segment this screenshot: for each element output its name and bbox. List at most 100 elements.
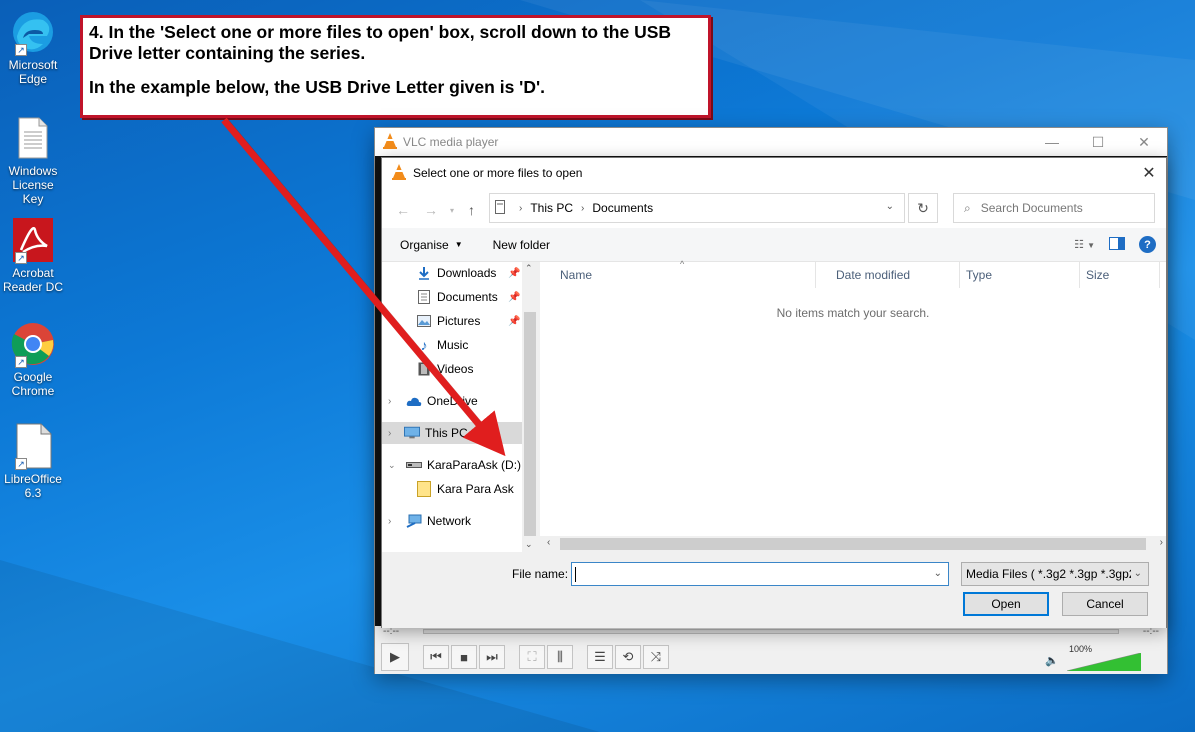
vlc-seek-row: --:-- --:--	[375, 626, 1167, 640]
pin-icon: 📌	[508, 315, 521, 327]
desktop-icon-license-key[interactable]: Windows License Key	[2, 114, 64, 206]
shuffle-button[interactable]: ⤨	[643, 645, 669, 669]
column-header-date-modified[interactable]: Date modified	[816, 262, 960, 288]
nav-item-usb-drive-d[interactable]: ⌄ KaraParaAsk (D:)	[382, 454, 522, 476]
refresh-icon: ↻	[917, 199, 929, 216]
usb-drive-icon	[406, 457, 422, 473]
file-type-select[interactable]: Media Files ( *.3g2 *.3gp *.3gp2 ⌄	[961, 562, 1149, 586]
address-bar[interactable]: › This PC › Documents ⌄	[489, 193, 905, 223]
edge-icon: ↗	[9, 8, 57, 56]
callout-example-text: In the example below, the USB Drive Lett…	[89, 77, 545, 97]
scroll-down-icon[interactable]: ⌄	[525, 539, 533, 550]
refresh-button[interactable]: ↻	[908, 193, 938, 223]
column-header-name[interactable]: Name	[540, 262, 816, 288]
help-icon[interactable]: ?	[1139, 236, 1156, 253]
fullscreen-button[interactable]: ⛶	[519, 645, 545, 669]
desktop-icon-label: Microsoft Edge	[8, 58, 58, 86]
play-button[interactable]: ▶	[381, 643, 409, 671]
playlist-button[interactable]: ☰	[587, 645, 613, 669]
organise-button[interactable]: Organise ▼	[400, 238, 463, 252]
open-button[interactable]: Open	[963, 592, 1049, 616]
file-list-horizontal-scrollbar[interactable]: ‹ ›	[540, 536, 1166, 552]
chevron-right-icon: ›	[519, 202, 523, 214]
breadcrumb-documents[interactable]: Documents	[592, 201, 653, 215]
up-arrow-icon[interactable]: ↑	[468, 202, 475, 218]
download-arrow-icon	[416, 265, 432, 281]
nav-item-documents[interactable]: Documents 📌	[416, 286, 520, 308]
dialog-close-button[interactable]: ✕	[1132, 158, 1166, 188]
search-box[interactable]: ⌕ Search Documents	[953, 193, 1155, 223]
acrobat-icon: ↗	[9, 216, 57, 264]
dialog-title-bar[interactable]: Select one or more files to open	[382, 158, 1166, 188]
vlc-cone-icon	[383, 132, 397, 152]
nav-item-network[interactable]: › Network	[382, 510, 522, 532]
seek-bar[interactable]	[423, 629, 1119, 634]
scroll-right-icon[interactable]: ›	[1160, 537, 1163, 548]
chevron-down-icon[interactable]: ⌄	[886, 201, 894, 212]
chevron-down-icon: ⌄	[1130, 568, 1142, 579]
vlc-controls: ▶ ⏮ ■ ⏭ ⛶ ⫼ ☰ ⟲ ⤨ 🔈 100%	[375, 640, 1167, 674]
chevron-right-icon[interactable]: ›	[388, 516, 391, 527]
shortcut-arrow-icon: ↗	[15, 44, 27, 56]
desktop-icon-chrome[interactable]: ↗ Google Chrome	[2, 320, 64, 398]
previous-button[interactable]: ⏮	[423, 645, 449, 669]
back-arrow-icon[interactable]: ←	[396, 202, 410, 218]
nav-item-downloads[interactable]: Downloads 📌	[416, 262, 520, 284]
stop-button[interactable]: ■	[451, 645, 477, 669]
instruction-callout: 4. In the 'Select one or more files to o…	[80, 15, 711, 118]
chevron-right-icon[interactable]: ›	[388, 396, 391, 407]
nav-item-this-pc[interactable]: › This PC	[382, 422, 522, 444]
caret-down-icon: ▼	[454, 240, 463, 249]
desktop-icon-libreoffice[interactable]: ↗ LibreOffice 6.3	[2, 422, 64, 500]
view-options-button[interactable]: ☷ ▼	[1074, 238, 1095, 251]
desktop-icon-edge[interactable]: ↗ Microsoft Edge	[2, 8, 64, 86]
empty-list-message: No items match your search.	[776, 306, 930, 320]
navigation-row: ← → ▾ ↑ › This PC › Documents ⌄ ↻ ⌕ Sear…	[382, 188, 1166, 228]
this-pc-icon	[495, 199, 505, 217]
minimize-icon[interactable]: —	[1029, 128, 1075, 156]
nav-item-pictures[interactable]: Pictures 📌	[416, 310, 520, 332]
recent-locations-icon[interactable]: ▾	[450, 206, 454, 215]
nav-item-onedrive[interactable]: › OneDrive	[382, 390, 522, 412]
file-name-input[interactable]: ⌄	[571, 562, 949, 586]
preview-pane-button[interactable]	[1109, 236, 1125, 253]
details-view-icon: ☷	[1074, 239, 1085, 251]
preview-pane-icon	[1109, 236, 1125, 250]
loop-icon: ⟲	[622, 649, 634, 664]
scrollbar-thumb[interactable]	[524, 312, 536, 536]
close-icon[interactable]: ✕	[1121, 128, 1167, 156]
loop-button[interactable]: ⟲	[615, 645, 641, 669]
scroll-left-icon[interactable]: ‹	[547, 537, 550, 548]
volume-slider[interactable]: 🔈 100%	[1045, 644, 1155, 672]
volume-wedge	[1067, 653, 1141, 671]
nav-item-music[interactable]: ♪ Music	[416, 334, 469, 356]
forward-arrow-icon[interactable]: →	[424, 202, 438, 218]
scrollbar-thumb[interactable]	[560, 538, 1146, 550]
documents-icon	[416, 289, 432, 305]
breadcrumb-this-pc[interactable]: This PC	[530, 201, 573, 215]
column-header-size[interactable]: Size	[1080, 262, 1160, 288]
desktop-icon-acrobat[interactable]: ↗ Acrobat Reader DC	[2, 216, 64, 294]
nav-item-label: This PC	[425, 426, 468, 440]
libreoffice-icon: ↗	[9, 422, 57, 470]
navigation-pane-scrollbar[interactable]: ⌃ ⌄	[522, 262, 538, 552]
nav-item-kara-para-ask[interactable]: Kara Para Ask	[416, 478, 514, 500]
pin-icon: 📌	[508, 267, 521, 279]
pin-icon: 📌	[508, 291, 521, 303]
chevron-down-icon[interactable]: ⌄	[388, 460, 396, 471]
scroll-up-icon[interactable]: ⌃	[525, 263, 533, 274]
chevron-right-icon[interactable]: ›	[388, 428, 391, 439]
new-folder-button[interactable]: New folder	[493, 238, 550, 252]
nav-item-videos[interactable]: Videos	[416, 358, 473, 380]
speaker-icon: 🔈	[1045, 655, 1059, 667]
callout-step-text: 4. In the 'Select one or more files to o…	[89, 22, 672, 63]
maximize-icon[interactable]: ☐	[1075, 128, 1121, 156]
shortcut-arrow-icon: ↗	[15, 458, 27, 470]
file-name-label: File name:	[512, 567, 569, 581]
cancel-button[interactable]: Cancel	[1062, 592, 1148, 616]
column-header-type[interactable]: Type	[960, 262, 1080, 288]
next-button[interactable]: ⏭	[479, 645, 505, 669]
chevron-down-icon[interactable]: ⌄	[934, 568, 942, 579]
extended-settings-button[interactable]: ⫼	[547, 645, 573, 669]
shuffle-icon: ⤨	[650, 649, 662, 664]
